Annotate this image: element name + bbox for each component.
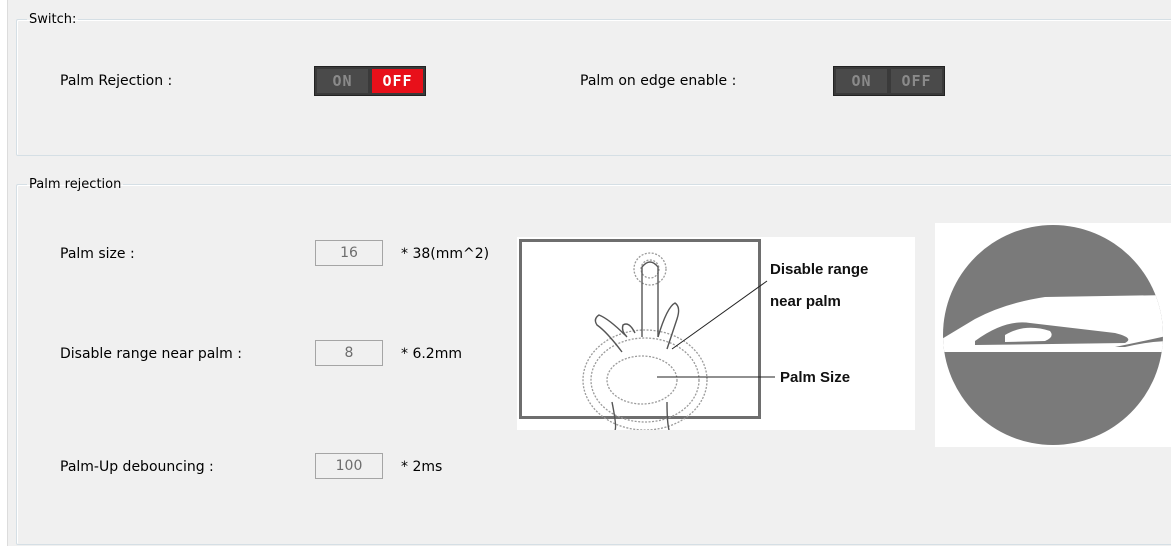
disable-range-input[interactable]: [315, 340, 383, 366]
palm-rejection-group-legend: Palm rejection: [29, 177, 122, 192]
palm-size-input[interactable]: [315, 240, 383, 266]
palm-up-debouncing-unit: * 2ms: [401, 459, 443, 475]
palm-rejection-label: Palm Rejection :: [60, 73, 173, 89]
palm-edge-toggle[interactable]: ON OFF: [833, 66, 945, 96]
palm-size-unit: * 38(mm^2): [401, 246, 490, 262]
palm-up-debouncing-input[interactable]: [315, 453, 383, 479]
palm-edge-on-option[interactable]: ON: [836, 69, 887, 93]
palm-up-debouncing-label: Palm-Up debouncing :: [60, 459, 214, 475]
palm-edge-image: [935, 223, 1171, 447]
palm-on-edge-icon: [943, 225, 1163, 445]
palm-rejection-on-option[interactable]: ON: [317, 69, 368, 93]
palm-edge-off-option[interactable]: OFF: [891, 69, 942, 93]
palm-rejection-off-option[interactable]: OFF: [372, 69, 423, 93]
callout-disable-range-line2: near palm: [770, 293, 841, 310]
callout-disable-range-line1: Disable range: [770, 261, 869, 278]
disable-range-label: Disable range near palm :: [60, 346, 242, 362]
palm-rejection-toggle[interactable]: ON OFF: [314, 66, 426, 96]
palm-size-label: Palm size :: [60, 246, 135, 262]
callout-palm-size: Palm Size: [780, 369, 851, 386]
switch-group-legend: Switch:: [29, 12, 77, 27]
disable-range-unit: * 6.2mm: [401, 346, 462, 362]
palm-edge-label: Palm on edge enable :: [580, 73, 737, 89]
palm-diagram-image: Disable range near palm Palm Size: [517, 237, 915, 430]
